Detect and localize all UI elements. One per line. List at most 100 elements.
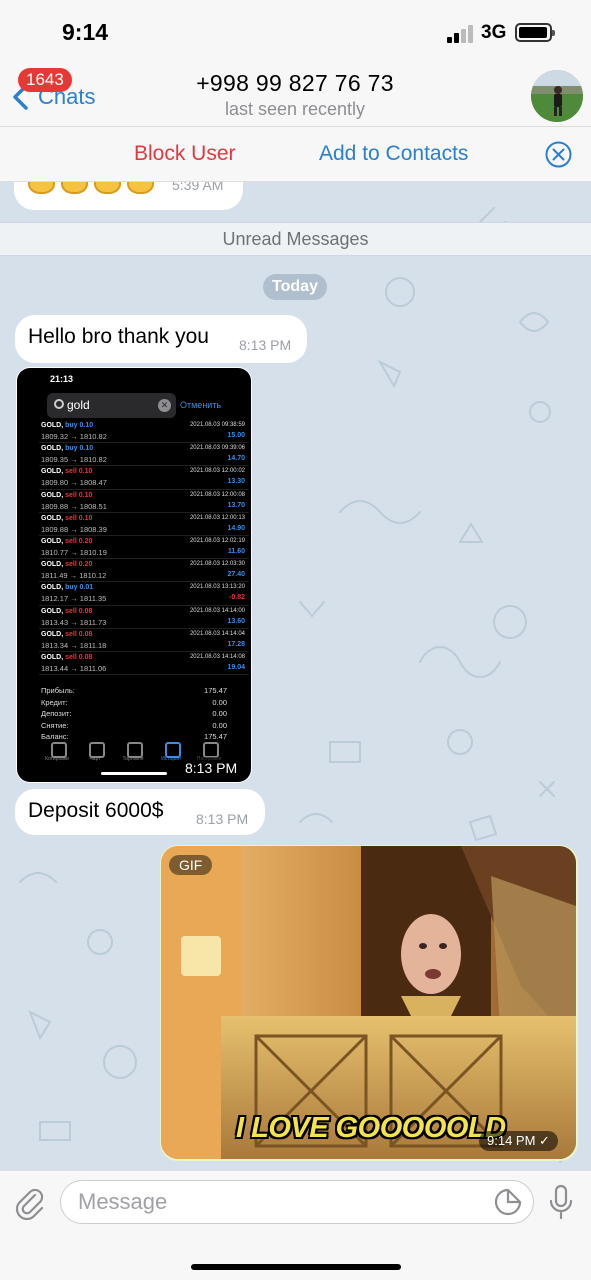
- chat-area[interactable]: 5:39 AM Unread Messages Today Hello bro …: [0, 182, 591, 1170]
- trade-symbol-name: GOLD,: [41, 561, 64, 569]
- trade-row: GOLD, sell 0.10 1809.88 → 1808.51 2021.08.…: [39, 490, 249, 513]
- trade-symbol: GOLD, sell 0.10: [41, 468, 92, 475]
- message-time: 8:13 PM: [196, 811, 249, 827]
- trade-date: 2021.08.03 14:14:08: [189, 653, 245, 660]
- trade-row: GOLD, buy 0.10 1809.32 → 1810.82 2021.08.0…: [39, 420, 249, 444]
- trade-profit: 14.90: [227, 524, 245, 532]
- ok-hand-emoji-icon: [94, 182, 121, 194]
- trade-symbol: GOLD, buy 0.01: [41, 584, 93, 591]
- summary-label: Депозит:: [41, 709, 72, 719]
- trade-symbol-name: GOLD,: [41, 445, 64, 453]
- trade-symbol-name: GOLD,: [41, 468, 64, 476]
- summary-value: 175.47: [204, 686, 227, 695]
- message-time: 8:13 PM: [177, 757, 246, 779]
- gif-message-bubble[interactable]: GIF I LOVE GOOOOOLD 9:14 PM ✓: [160, 845, 578, 1161]
- trade-prices: 1810.77 → 1810.19: [41, 547, 107, 557]
- avatar-photo: [531, 70, 583, 122]
- block-user-button[interactable]: Block User: [134, 142, 236, 166]
- thumbs-up-emoji-icon: [61, 182, 88, 194]
- trade-date: 2021.08.03 12:03:30: [189, 561, 245, 568]
- screenshot-tab: Торговля: [115, 738, 151, 768]
- trade-symbol-name: GOLD,: [41, 422, 64, 429]
- trade-row: GOLD, sell 0.08 1813.43 → 1811.73 2021.08.…: [39, 606, 249, 629]
- close-icon[interactable]: [545, 141, 572, 168]
- trade-date: 2021.08.03 13:13:20: [189, 584, 245, 591]
- screenshot-search-text: gold: [67, 398, 90, 412]
- message-input[interactable]: [60, 1180, 534, 1224]
- trade-prices: 1809.88 → 1808.51: [41, 501, 107, 511]
- search-icon: [54, 399, 64, 409]
- trade-date: 2021.08.03 12:00:08: [189, 491, 245, 498]
- chat-title-area[interactable]: +998 99 827 76 73 last seen recently: [120, 70, 470, 120]
- unread-count-badge: 1643: [18, 68, 72, 92]
- summary-value: 0.00: [212, 720, 227, 730]
- gif-caption: I LOVE GOOOOOLD: [236, 1112, 506, 1144]
- trade-side: sell 0.10: [65, 468, 93, 476]
- trade-prices: 1809.35 → 1810.82: [41, 455, 107, 465]
- summary-row: Кредит: 0.00: [41, 698, 227, 710]
- trade-side: sell 0.08: [65, 607, 93, 615]
- unread-messages-divider: Unread Messages: [0, 222, 591, 256]
- trade-profit: 13.30: [227, 478, 245, 486]
- trade-summary: Прибыль: 175.47 Кредит: 0.00 Депозит: 0.00 Сня…: [41, 686, 227, 744]
- trade-side: sell 0.20: [65, 537, 93, 545]
- network-label: 3G: [481, 22, 507, 43]
- trade-row: GOLD, buy 0.10 1809.35 → 1810.82 2021.08.0…: [39, 443, 249, 467]
- summary-row: Прибыль: 175.47: [41, 686, 227, 698]
- trade-prices: 1811.49 → 1810.12: [41, 571, 107, 581]
- trade-side: buy 0.10: [65, 422, 94, 429]
- summary-label: Снятие:: [41, 720, 69, 730]
- ok-hand-emoji-icon: [127, 182, 154, 194]
- photo-message-bubble[interactable]: 21:13 gold ✕ Отменить GOLD, buy 0.10 1809…: [16, 367, 252, 783]
- sticker-icon[interactable]: [493, 1187, 523, 1217]
- trade-symbol-name: GOLD,: [41, 584, 64, 592]
- trade-symbol-name: GOLD,: [41, 653, 64, 661]
- trade-symbol: GOLD, buy 0.10: [41, 422, 93, 429]
- message-bubble[interactable]: Deposit 6000$ 8:13 PM: [15, 789, 265, 835]
- message-text: Hello bro thank you: [28, 325, 209, 348]
- trade-prices: 1812.17 → 1811.35: [41, 594, 107, 604]
- screenshot-tab: Чарт: [77, 738, 113, 768]
- trade-symbol: GOLD, sell 0.20: [41, 561, 92, 568]
- paperclip-icon[interactable]: [13, 1186, 47, 1220]
- screenshot-cancel-label: Отменить: [180, 400, 222, 410]
- trade-side: sell 0.08: [65, 653, 93, 661]
- status-bar: 9:14 3G: [0, 0, 591, 62]
- trade-symbol: GOLD, sell 0.08: [41, 631, 92, 638]
- contact-action-bar: Block User Add to Contacts: [0, 126, 591, 182]
- trade-prices: 1809.80 → 1808.47: [41, 478, 107, 488]
- trade-prices: 1813.44 → 1811.06: [41, 663, 107, 673]
- trade-side: sell 0.20: [65, 561, 93, 569]
- trade-row: GOLD, sell 0.10 1809.88 → 1808.39 2021.08.…: [39, 513, 249, 536]
- summary-value: 0.00: [212, 697, 227, 707]
- trade-profit: -0.82: [229, 594, 245, 602]
- screenshot-home-indicator: [101, 772, 167, 775]
- message-bubble[interactable]: Hello bro thank you 8:13 PM: [15, 315, 307, 363]
- trade-symbol-name: GOLD,: [41, 630, 64, 638]
- trade-profit: 27.40: [227, 571, 245, 579]
- microphone-icon[interactable]: [545, 1183, 577, 1221]
- chat-title: +998 99 827 76 73: [196, 70, 394, 96]
- emoji-message-bubble[interactable]: 5:39 AM: [14, 182, 243, 210]
- emoji-reactions: [28, 182, 154, 194]
- trade-profit: 13.70: [227, 501, 245, 509]
- trade-symbol-name: GOLD,: [41, 607, 64, 615]
- trade-side: sell 0.08: [65, 630, 93, 638]
- chat-header: Chats 1643 +998 99 827 76 73 last seen r…: [0, 62, 591, 126]
- trade-symbol-name: GOLD,: [41, 514, 64, 522]
- battery-icon: [515, 23, 555, 42]
- trade-profit: 14.70: [227, 455, 245, 463]
- trade-profit: 19.04: [227, 663, 245, 671]
- screenshot-status-time: 21:13: [50, 374, 74, 384]
- trade-symbol: GOLD, sell 0.20: [41, 538, 92, 545]
- trade-row: GOLD, sell 0.10 1809.80 → 1808.47 2021.08.…: [39, 466, 249, 490]
- message-time: 8:13 PM: [239, 337, 292, 353]
- trade-side: sell 0.10: [65, 514, 93, 522]
- trade-date: 2021.08.03 12:02:19: [189, 537, 245, 544]
- avatar[interactable]: [531, 70, 583, 122]
- trade-symbol-name: GOLD,: [41, 537, 64, 545]
- add-to-contacts-button[interactable]: Add to Contacts: [319, 142, 468, 166]
- trade-symbol: GOLD, sell 0.10: [41, 515, 92, 522]
- summary-row: Снятие: 0.00: [41, 721, 227, 733]
- message-input-bar: [0, 1170, 591, 1280]
